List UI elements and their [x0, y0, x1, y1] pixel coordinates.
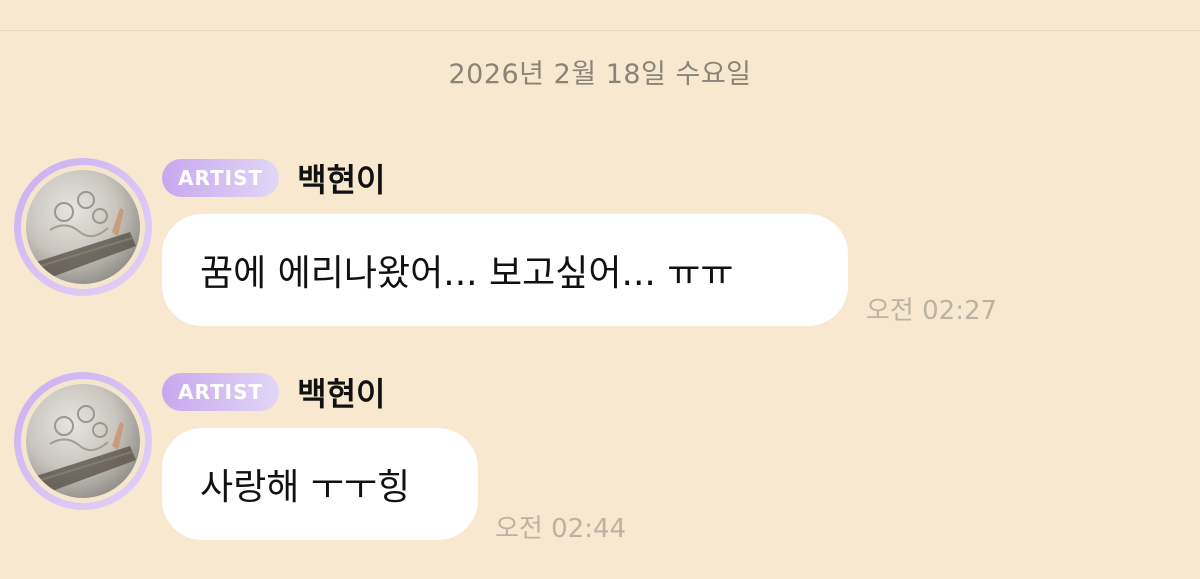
- message-timestamp: 오전 02:27: [866, 296, 998, 326]
- avatar-frame: [21, 379, 145, 503]
- snow-photo-icon: [33, 405, 136, 494]
- artist-badge: ARTIST: [162, 373, 280, 411]
- avatar[interactable]: [14, 158, 152, 296]
- avatar-photo: [26, 384, 140, 498]
- date-header: 2026년 2월 18일 수요일: [448, 59, 752, 90]
- artist-badge: ARTIST: [162, 159, 280, 197]
- sender-name: 백현이: [297, 375, 386, 413]
- message-bubble[interactable]: 꿈에 에리나왔어... 보고싶어... ㅠㅠ: [162, 214, 848, 326]
- sender-line: ARTIST 백현이: [162, 158, 386, 199]
- top-divider: [0, 30, 1200, 31]
- sender-line: ARTIST 백현이: [162, 372, 386, 413]
- avatar[interactable]: [14, 372, 152, 510]
- snow-photo-icon: [33, 191, 136, 280]
- message-timestamp: 오전 02:44: [495, 514, 627, 544]
- message-text: 꿈에 에리나왔어... 보고싶어... ㅠㅠ: [200, 253, 734, 294]
- message-text: 사랑해 ㅜㅜ힝: [200, 467, 411, 508]
- avatar-frame: [21, 165, 145, 289]
- message-bubble[interactable]: 사랑해 ㅜㅜ힝: [162, 428, 478, 540]
- sender-name: 백현이: [297, 161, 386, 199]
- avatar-photo: [26, 170, 140, 284]
